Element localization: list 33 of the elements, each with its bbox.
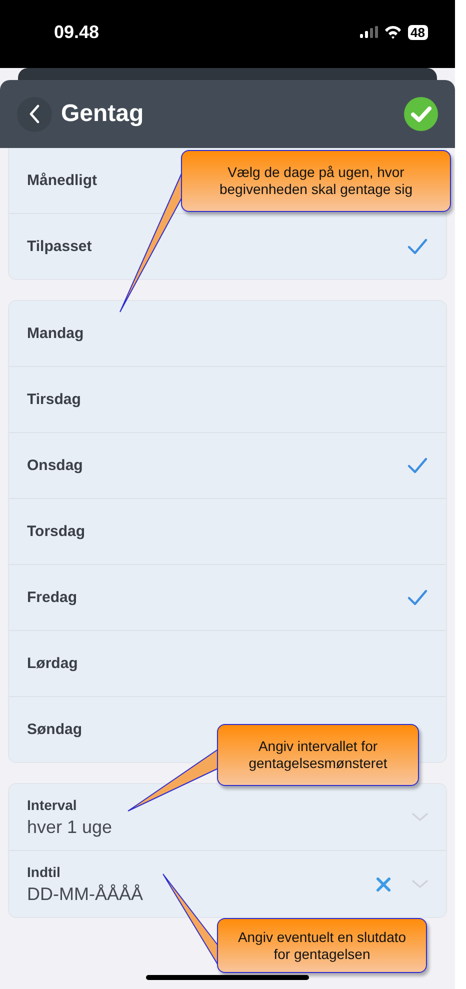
- list-item[interactable]: Tirsdag: [9, 366, 446, 432]
- item-label: Lørdag: [27, 655, 78, 672]
- field-value: DD-MM-ÅÅÅÅ: [27, 884, 143, 904]
- dropdown-field[interactable]: Interval hver 1 uge: [9, 784, 446, 850]
- page-title: Gentag: [61, 100, 145, 128]
- callout-note: Angiv intervallet for gentagelsesmønsteret: [217, 724, 419, 786]
- list-item[interactable]: Torsdag: [9, 498, 446, 564]
- list-item[interactable]: Fredag: [9, 564, 446, 630]
- confirm-button[interactable]: [404, 97, 438, 131]
- chevron-down-icon: [412, 813, 428, 821]
- wifi-icon: [384, 26, 402, 38]
- item-label: Mandag: [27, 325, 84, 342]
- battery-icon: 48: [408, 24, 428, 40]
- list-item[interactable]: Lørdag: [9, 630, 446, 696]
- callout-note: Vælg de dage på ugen, hvor begivenheden skal gentage sig: [181, 150, 451, 212]
- field-label: Interval: [27, 796, 78, 812]
- signal-icon: [360, 26, 378, 38]
- status-time: 09.48: [54, 22, 100, 42]
- list-item[interactable]: Onsdag: [9, 432, 446, 498]
- item-label: Søndag: [27, 721, 82, 738]
- item-label: Tilpasset: [27, 238, 92, 255]
- chevron-left-icon: [28, 104, 40, 124]
- item-label: Tirsdag: [27, 391, 81, 408]
- clear-icon[interactable]: [376, 876, 391, 892]
- item-label: Fredag: [27, 589, 78, 606]
- item-label: Torsdag: [27, 523, 86, 540]
- field-value: hver 1 uge: [27, 816, 112, 838]
- back-button[interactable]: [17, 96, 52, 132]
- field-label: Indtil: [27, 864, 62, 880]
- list-item[interactable]: Mandag: [9, 301, 446, 366]
- item-label: Onsdag: [27, 457, 83, 474]
- callout-note: Angiv eventuelt en slutdato for gentagelsen: [217, 918, 427, 973]
- chevron-down-icon: [412, 880, 428, 888]
